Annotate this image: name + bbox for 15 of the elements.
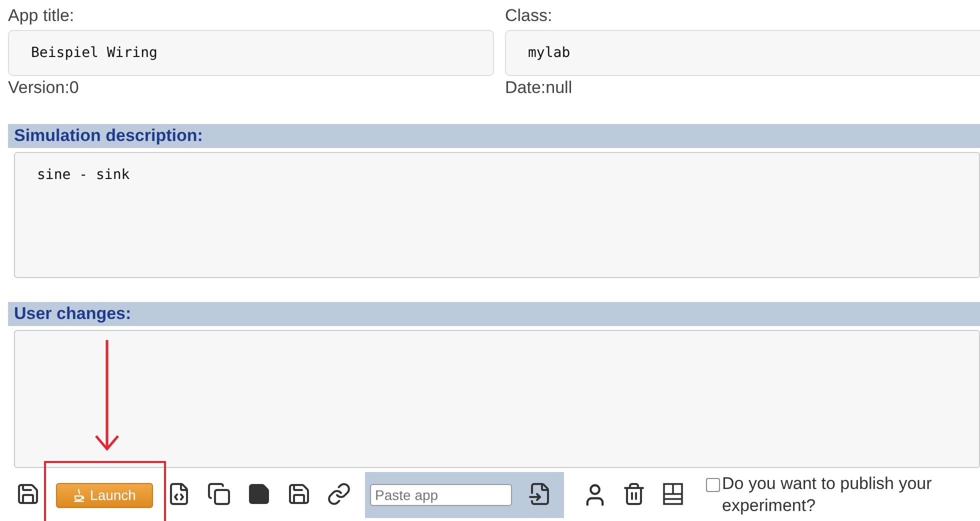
field-label: App title: bbox=[8, 5, 76, 27]
meta-text: Date:null bbox=[505, 77, 574, 99]
section-heading: Simulation description: bbox=[8, 124, 980, 148]
text-area[interactable]: sine - sink bbox=[14, 152, 980, 278]
publish-checkbox[interactable]: Do you want to publish your experiment? bbox=[706, 473, 976, 517]
cup-icon bbox=[73, 488, 86, 502]
section-heading: User changes: bbox=[8, 302, 980, 326]
link-icon[interactable] bbox=[327, 482, 353, 508]
copy-icon[interactable] bbox=[207, 482, 233, 508]
paste-field[interactable]: Paste app bbox=[370, 484, 512, 506]
text-field[interactable]: mylab bbox=[505, 30, 980, 76]
field-label: Class: bbox=[505, 5, 554, 27]
text-field[interactable]: Beispiel Wiring bbox=[8, 30, 494, 76]
file-import-icon[interactable] bbox=[528, 482, 552, 508]
meta-text: Version:0 bbox=[8, 77, 80, 99]
